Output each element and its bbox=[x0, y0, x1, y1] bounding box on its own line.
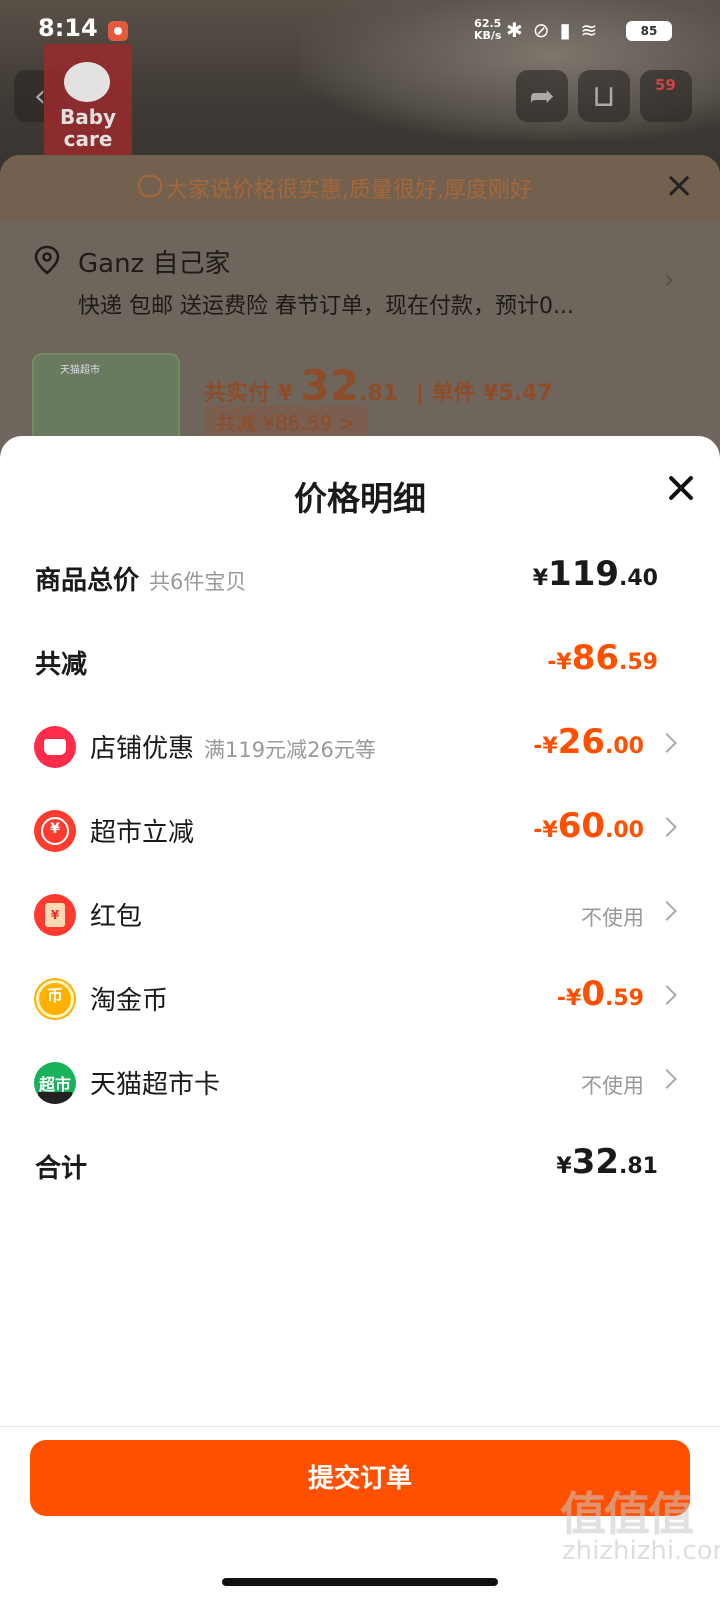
amount-decimal: .59 bbox=[605, 986, 644, 1011]
amount-integer: 119 bbox=[548, 554, 620, 594]
row-amount: -¥26.00 bbox=[533, 722, 644, 762]
status-time: 8:14 bbox=[38, 14, 98, 42]
amount-integer: 32 bbox=[571, 1142, 620, 1182]
row-label: 店铺优惠 满119元减26元等 bbox=[90, 728, 376, 765]
signal-icon: ▮ bbox=[559, 18, 571, 42]
order-price-integer: 32 bbox=[300, 361, 360, 410]
chevron-right-icon[interactable]: › bbox=[664, 265, 674, 295]
row-label-text: 超市立减 bbox=[90, 818, 195, 848]
row-label-text: 商品总价 bbox=[35, 566, 140, 596]
row-label-text: 共减 bbox=[35, 650, 88, 680]
chevron-right-icon bbox=[657, 1069, 677, 1089]
close-icon[interactable] bbox=[656, 464, 706, 514]
yuan-coupon-icon bbox=[34, 810, 76, 852]
status-icons: ✱ ⊘ ▮ ≋ bbox=[506, 18, 597, 42]
price-row-supermarket-card[interactable]: 超市 天猫超市卡 不使用 bbox=[0, 1054, 720, 1114]
brand-logo-mark bbox=[64, 62, 110, 102]
chat-bubble-icon bbox=[138, 175, 162, 197]
delivery-detail: 快递 包邮 送运费险 春节订单，现在付款，预计0... bbox=[78, 294, 574, 319]
row-amount: -¥86.59 bbox=[547, 638, 658, 678]
price-row-red-packet[interactable]: 红包 不使用 bbox=[0, 886, 720, 946]
amount-symbol: -¥ bbox=[547, 650, 572, 675]
shop-icon bbox=[34, 726, 76, 768]
cart-button[interactable]: ⊔ bbox=[578, 70, 630, 122]
share-icon: ➦ bbox=[529, 78, 555, 114]
amount-symbol: -¥ bbox=[533, 818, 558, 843]
review-banner: 大家说价格很实惠,质量很好,厚度刚好 × bbox=[0, 155, 720, 221]
amount-decimal: .81 bbox=[619, 1154, 658, 1179]
cart-icon: ⊔ bbox=[592, 78, 616, 114]
order-price-prefix: 共实付 ¥ bbox=[204, 381, 293, 406]
order-confirm-sheet: 大家说价格很实惠,质量很好,厚度刚好 × Ganz 自己家 快递 包邮 送运费险… bbox=[0, 155, 720, 455]
amount-decimal: .59 bbox=[619, 650, 658, 675]
saved-amount-link[interactable]: 共减 ¥86.59 > bbox=[204, 405, 368, 438]
network-speed-unit: KB/s bbox=[474, 29, 502, 42]
review-banner-text: 大家说价格很实惠,质量很好,厚度刚好 bbox=[166, 178, 532, 203]
amount-integer: 60 bbox=[557, 806, 606, 846]
address-name[interactable]: Ganz 自己家 bbox=[78, 243, 230, 280]
row-label-text: 淘金币 bbox=[90, 986, 169, 1016]
product-thumbnail[interactable]: 天猫超市 bbox=[32, 353, 180, 443]
order-price-decimal: .81 bbox=[359, 381, 399, 406]
chevron-right-icon bbox=[657, 817, 677, 837]
chevron-right-icon bbox=[657, 985, 677, 1005]
row-amount: -¥0.59 bbox=[557, 974, 644, 1014]
network-speed: 62.5 KB/s bbox=[474, 18, 501, 42]
row-label-text: 天猫超市卡 bbox=[90, 1070, 221, 1100]
close-icon[interactable]: × bbox=[664, 165, 694, 206]
home-indicator[interactable] bbox=[222, 1578, 498, 1586]
amount-integer: 86 bbox=[571, 638, 620, 678]
chevron-right-icon bbox=[657, 901, 677, 921]
amount-symbol: ¥ bbox=[532, 566, 549, 591]
row-status: 不使用 bbox=[581, 906, 644, 930]
row-amount: -¥60.00 bbox=[533, 806, 644, 846]
amount-decimal: .00 bbox=[605, 734, 644, 759]
amount-symbol: -¥ bbox=[533, 734, 558, 759]
price-row-grand-total: 合计 ¥32.81 bbox=[0, 1138, 720, 1198]
status-bar: 8:14 62.5 KB/s ✱ ⊘ ▮ ≋ 85 bbox=[0, 0, 720, 62]
row-amount: ¥32.81 bbox=[556, 1142, 658, 1182]
amount-integer: 0 bbox=[581, 974, 606, 1014]
amount-symbol: -¥ bbox=[556, 986, 582, 1011]
battery-icon: 85 bbox=[626, 21, 672, 41]
chevron-right-icon bbox=[657, 733, 677, 753]
share-button[interactable]: ➦ bbox=[516, 70, 568, 122]
row-sub-text: 满119元减26元等 bbox=[204, 738, 376, 762]
thumbnail-tag: 天猫超市 bbox=[60, 365, 100, 376]
price-row-total-discount: 共减 -¥86.59 bbox=[0, 634, 720, 694]
cart-badge: 59 bbox=[655, 76, 676, 94]
watermark-url: zhizhizhi.com bbox=[562, 1536, 720, 1566]
row-label-text: 合计 bbox=[35, 1154, 88, 1184]
watermark: 值值值 bbox=[560, 1487, 694, 1541]
modal-title: 价格明细 bbox=[294, 479, 426, 518]
amount-decimal: .00 bbox=[605, 818, 644, 843]
footer-divider bbox=[0, 1426, 720, 1427]
amount-integer: 26 bbox=[557, 722, 606, 762]
price-row-goods-total: 商品总价 共6件宝贝 ¥119.40 bbox=[0, 550, 720, 610]
brand-logo-text: Baby care bbox=[59, 105, 117, 151]
supermarket-card-icon: 超市 bbox=[34, 1062, 76, 1104]
unit-price: | 单件 ¥5.47 bbox=[415, 381, 553, 406]
notification-app-icon bbox=[108, 21, 128, 41]
order-total-price: 共实付 ¥ 32.81 | 单件 ¥5.47 bbox=[204, 361, 553, 410]
wifi-icon: ≋ bbox=[580, 18, 598, 42]
location-pin-icon bbox=[34, 245, 60, 275]
row-amount: ¥119.40 bbox=[533, 554, 658, 594]
price-row-supermarket-discount[interactable]: 超市立减 -¥60.00 bbox=[0, 802, 720, 862]
gold-coin-icon bbox=[34, 978, 76, 1020]
row-sub-text: 共6件宝贝 bbox=[149, 570, 247, 594]
amount-decimal: .40 bbox=[619, 566, 658, 591]
price-row-gold-coin[interactable]: 淘金币 -¥0.59 bbox=[0, 970, 720, 1030]
amount-symbol: ¥ bbox=[556, 1154, 572, 1179]
price-row-shop-discount[interactable]: 店铺优惠 满119元减26元等 -¥26.00 bbox=[0, 718, 720, 778]
mute-icon: ⊘ bbox=[532, 18, 550, 42]
row-label-text: 店铺优惠 bbox=[90, 734, 195, 764]
row-status: 不使用 bbox=[581, 1074, 644, 1098]
row-label-text: 红包 bbox=[90, 902, 143, 932]
red-packet-icon bbox=[34, 894, 76, 936]
row-label: 商品总价 共6件宝贝 bbox=[35, 560, 246, 597]
bluetooth-icon: ✱ bbox=[506, 18, 523, 42]
